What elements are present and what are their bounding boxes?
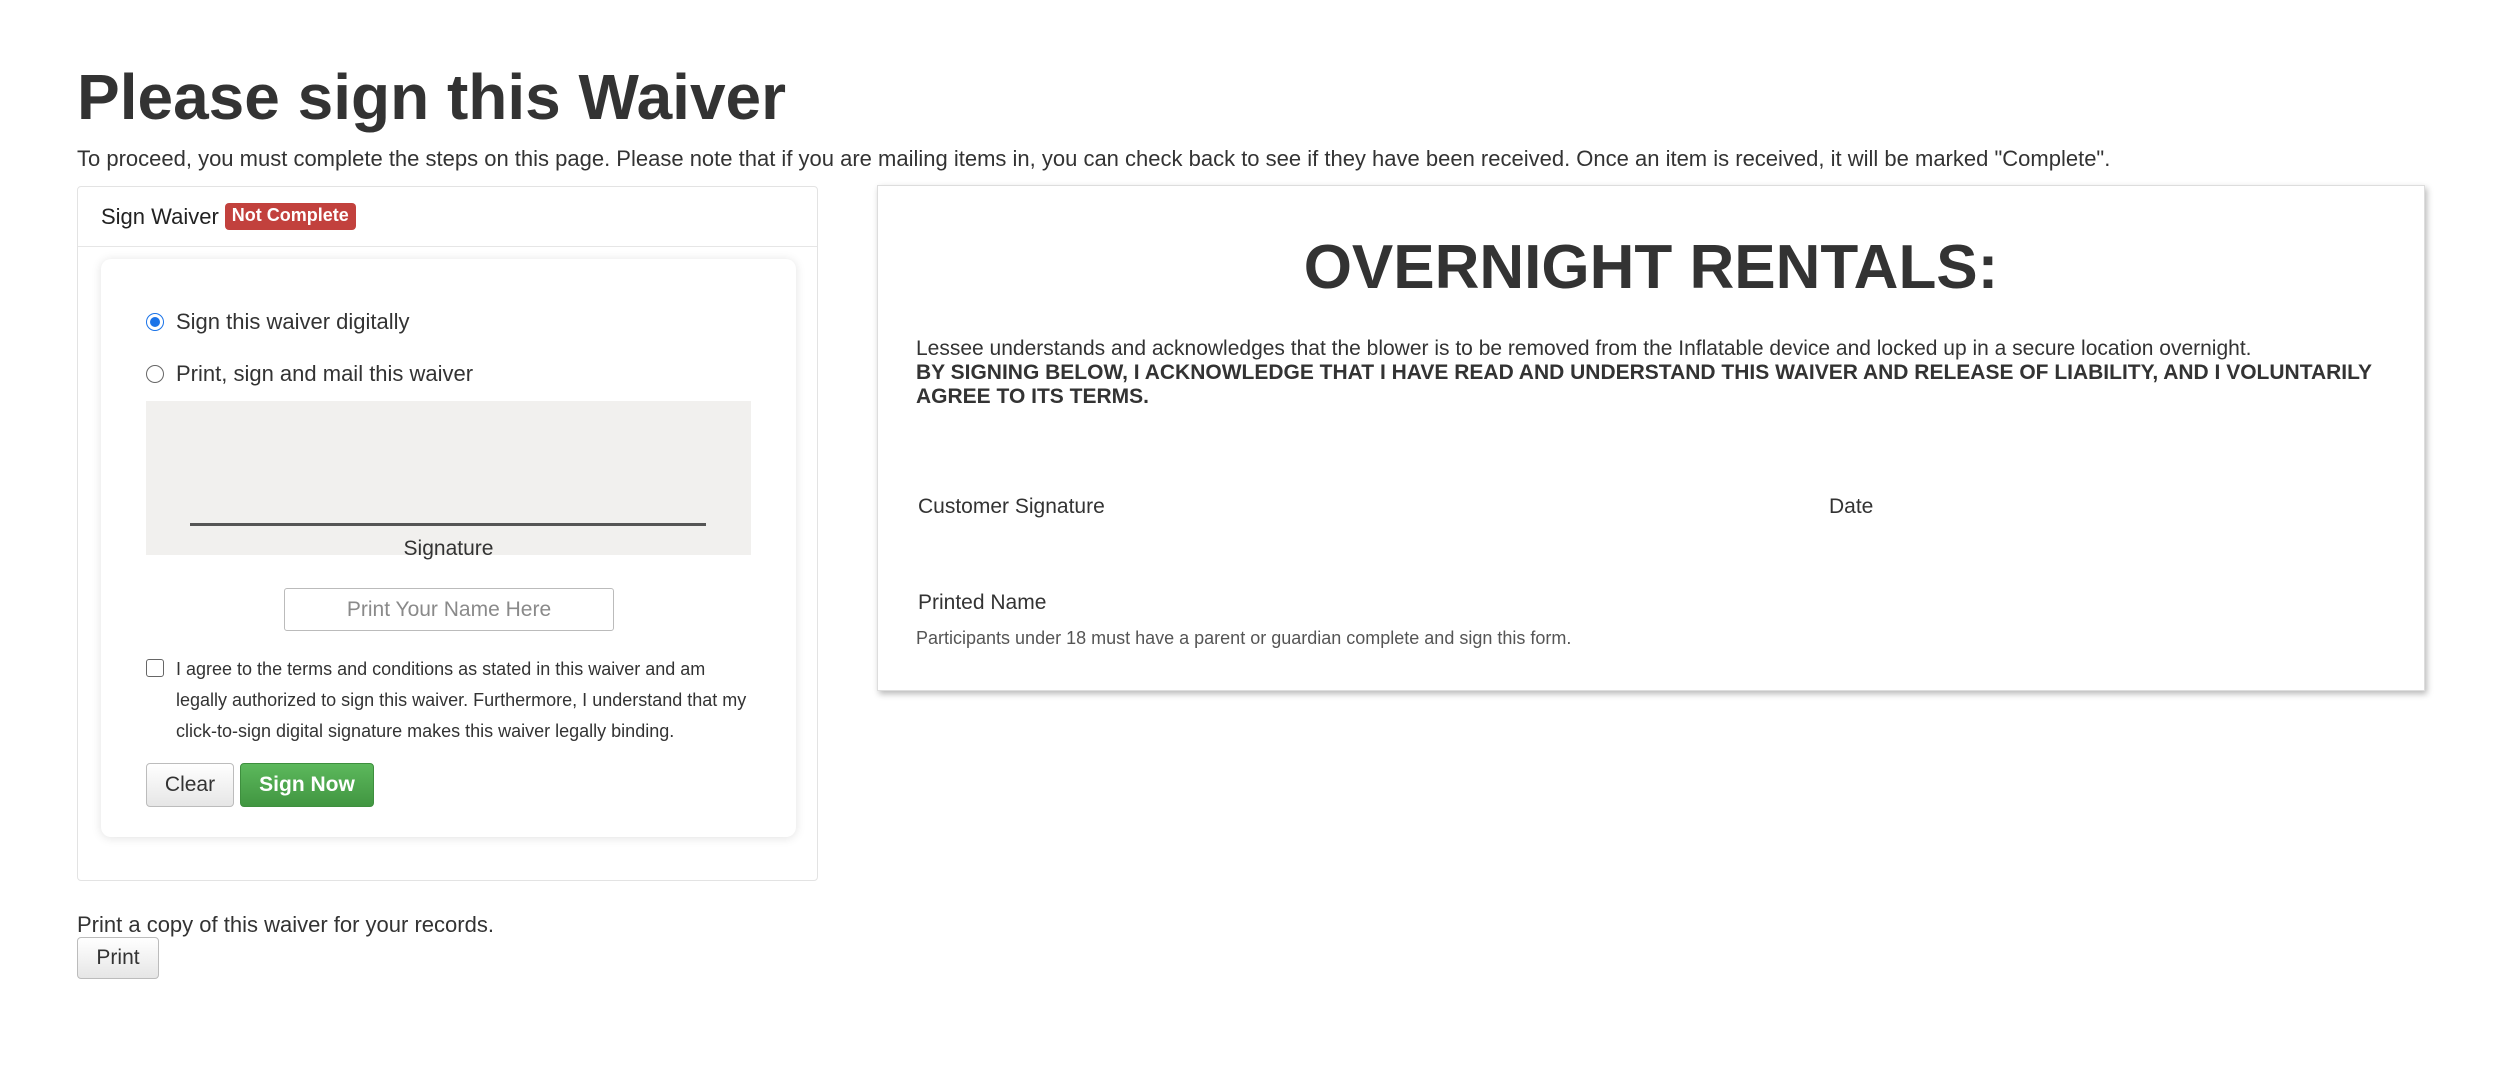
customer-signature-label: Customer Signature xyxy=(918,495,1105,518)
signature-pad[interactable]: Signature xyxy=(146,401,751,560)
document-paragraph: Lessee understands and acknowledges that… xyxy=(916,337,2252,360)
signature-label: Signature xyxy=(403,537,494,560)
option-sign-digitally[interactable]: Sign this waiver digitally xyxy=(146,309,410,335)
sign-now-button[interactable]: Sign Now xyxy=(240,763,374,807)
agree-text: I agree to the terms and conditions as s… xyxy=(176,659,747,741)
status-badge: Not Complete xyxy=(224,203,356,230)
document-title: OVERNIGHT RENTALS: xyxy=(1303,233,1999,302)
print-note: Print a copy of this waiver for your rec… xyxy=(77,912,494,937)
page-intro: To proceed, you must complete the steps … xyxy=(77,146,2111,171)
agree-checkbox[interactable] xyxy=(146,659,164,677)
panel-heading-label: Sign Waiver xyxy=(101,203,219,229)
option-sign-digitally-label: Sign this waiver digitally xyxy=(176,309,410,334)
clear-button[interactable]: Clear xyxy=(146,763,234,807)
option-print-mail-label: Print, sign and mail this waiver xyxy=(176,361,474,386)
signing-card: Sign this waiver digitally Print, sign a… xyxy=(101,259,796,837)
panel-heading: Sign Waiver Not Complete xyxy=(78,187,817,247)
agree-row[interactable]: I agree to the terms and conditions as s… xyxy=(146,654,756,747)
waiver-page: Please sign this Waiver To proceed, you … xyxy=(0,0,2510,1069)
waiver-document: OVERNIGHT RENTALS: Lessee understands an… xyxy=(877,185,2425,691)
document-body: Lessee understands and acknowledges that… xyxy=(916,337,2396,409)
option-print-mail[interactable]: Print, sign and mail this waiver xyxy=(146,361,473,387)
print-button[interactable]: Print xyxy=(77,937,159,979)
date-label: Date xyxy=(1829,495,1874,518)
document-acknowledgement: BY SIGNING BELOW, I ACKNOWLEDGE THAT I H… xyxy=(916,361,2372,408)
radio-sign-digitally[interactable] xyxy=(146,313,164,331)
sign-waiver-panel: Sign Waiver Not Complete Sign this waive… xyxy=(77,186,818,881)
printed-name-input[interactable] xyxy=(284,588,614,631)
signature-line xyxy=(190,523,706,526)
printed-name-label: Printed Name xyxy=(918,591,1047,614)
page-title: Please sign this Waiver xyxy=(77,61,787,133)
radio-print-mail[interactable] xyxy=(146,365,164,383)
minors-note: Participants under 18 must have a parent… xyxy=(916,628,1572,648)
